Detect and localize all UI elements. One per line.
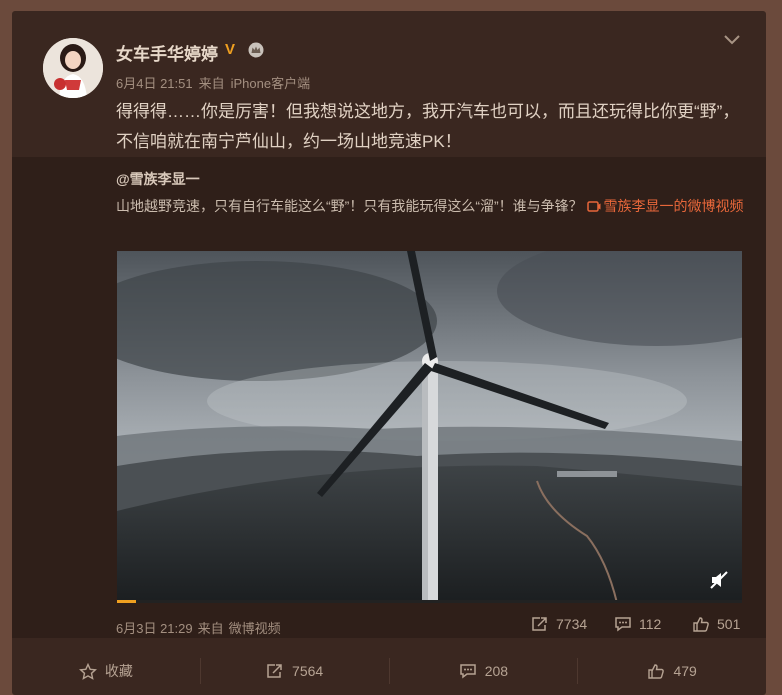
video-progress-bar[interactable] [117, 600, 742, 603]
like-button[interactable]: 479 [578, 658, 766, 684]
repost-repost-count: 7734 [556, 616, 588, 632]
video-link[interactable]: 雪族李显一的微博视频 [586, 198, 744, 214]
post-text: 得得得……你是厉害！但我想说这地方，我开汽车也可以，而且还玩得比你更“野”，不信… [116, 102, 740, 151]
repost-source-prefix: 来自 [197, 621, 224, 636]
favorite-button[interactable]: 收藏 [12, 658, 201, 684]
reposted-weibo: @雪族李显一 山地越野竞速，只有自行车能这么“野”！只有我能玩得这么“溜”！谁与… [12, 157, 766, 638]
repost-username[interactable]: @雪族李显一 [116, 169, 200, 189]
repost-comment-count-button[interactable]: 112 [614, 616, 661, 632]
repost-meta: 6月3日 21:29 来自 微博视频 [116, 618, 286, 637]
verified-badge-icon: V [225, 41, 236, 58]
repost-count: 7564 [292, 663, 324, 679]
video-frame-wind-turbine [117, 251, 742, 603]
repost-button[interactable]: 7564 [201, 658, 390, 684]
repost-like-count-button[interactable]: 501 [692, 616, 740, 632]
video-link-icon [586, 201, 601, 212]
thumbs-up-icon [693, 617, 709, 632]
thumbs-up-icon [648, 664, 665, 679]
comment-icon [459, 664, 476, 679]
video-player[interactable] [117, 251, 742, 603]
weibo-post-card: 女车手华婷婷 V 6月4日 21:51 来自 iPhone客户端 得得得……你是厉害… [12, 11, 766, 695]
mute-icon[interactable] [708, 569, 730, 591]
repost-icon [532, 617, 547, 631]
avatar[interactable] [43, 38, 103, 98]
post-source[interactable]: iPhone客户端 [231, 76, 310, 91]
repost-like-count: 501 [717, 616, 741, 632]
post-date[interactable]: 6月4日 21:51 [116, 76, 193, 91]
repost-date[interactable]: 6月3日 21:29 [116, 621, 193, 636]
post-meta: 6月4日 21:51 来自 iPhone客户端 [116, 73, 316, 92]
comment-count: 208 [484, 663, 509, 679]
repost-body: 山地越野竞速，只有自行车能这么“野”！只有我能玩得这么“溜”！谁与争锋？ [116, 198, 587, 214]
chevron-down-icon[interactable] [723, 33, 741, 51]
comment-icon [615, 617, 631, 632]
like-count: 479 [673, 663, 697, 679]
repost-comment-count: 112 [639, 616, 662, 632]
repost-repost-count-button[interactable]: 7734 [531, 616, 587, 632]
video-link-label: 雪族李显一的微博视频 [603, 198, 744, 214]
repost-icon [267, 664, 282, 678]
username[interactable]: 女车手华婷婷 [116, 40, 218, 65]
repost-text: 山地越野竞速，只有自行车能这么“野”！只有我能玩得这么“溜”！谁与争锋？ 雪族李… [116, 193, 756, 219]
video-progress-fill [117, 600, 136, 603]
member-crown-icon [248, 42, 264, 58]
post-action-bar: 收藏 7564 208 479 [12, 647, 766, 695]
source-prefix: 来自 [198, 76, 225, 91]
repost-source[interactable]: 微博视频 [229, 621, 281, 636]
favorite-label: 收藏 [104, 663, 133, 679]
comment-button[interactable]: 208 [390, 658, 579, 684]
star-icon [78, 662, 97, 680]
